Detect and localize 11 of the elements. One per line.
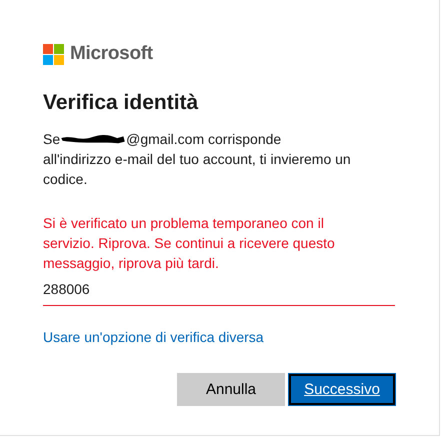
page-title: Verifica identità xyxy=(43,90,200,116)
intro-text: @gmail.com corrisponde xyxy=(126,130,282,149)
alternate-verification-link[interactable]: Usare un'opzione di verifica diversa xyxy=(43,329,264,345)
cancel-button[interactable]: Annulla xyxy=(177,373,285,406)
logo-icon xyxy=(43,44,64,64)
next-button[interactable]: Successivo xyxy=(288,373,396,406)
intro-text: Se xyxy=(43,130,60,149)
brand-name: Microsoft xyxy=(70,43,153,65)
intro-text: all'indirizzo e-mail del tuo account, ti invieremo un codice. xyxy=(43,150,352,189)
error-message: Si è verificato un problema temporaneo con il servizio. Riprova. Se continui a ricevere questo messaggio, riprova più tardi. xyxy=(43,214,336,273)
redaction-scribble-icon xyxy=(60,133,126,145)
